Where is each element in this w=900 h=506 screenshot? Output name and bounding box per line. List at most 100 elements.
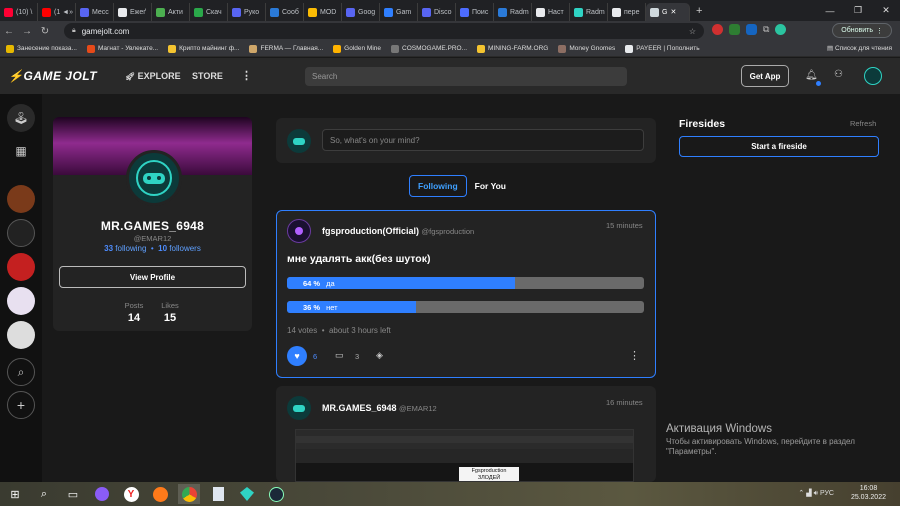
community-avatar[interactable] (7, 219, 35, 247)
browser-tab[interactable]: (10) \ (0, 3, 38, 21)
firesides-title: Firesides (679, 118, 726, 130)
browser-tab[interactable]: Сооб (266, 3, 304, 21)
browser-tab[interactable]: Акти (152, 3, 190, 21)
bookmark-item[interactable]: FERMA — Главная... (249, 44, 323, 53)
tray-chevron-icon[interactable]: ⌃ (798, 490, 804, 497)
bookmark-item[interactable]: Занесение показа... (6, 44, 77, 53)
community-avatar[interactable] (7, 287, 35, 315)
post-more-icon[interactable]: ⋮ (629, 349, 640, 362)
browser-tab[interactable]: Скач (190, 3, 228, 21)
windows-start-icon[interactable]: ⊞ (4, 484, 26, 504)
following-link[interactable]: 33 following (104, 244, 146, 253)
like-heart-icon[interactable]: ♥ (287, 346, 307, 366)
poll-option[interactable]: 36 % нет (287, 301, 644, 313)
post-author-avatar[interactable] (287, 396, 311, 420)
back-icon[interactable]: ← (0, 26, 18, 37)
update-button[interactable]: Обновить ⋮ (832, 23, 892, 38)
user-avatar[interactable] (864, 67, 882, 85)
document-icon[interactable] (207, 484, 229, 504)
puzzle-icon[interactable]: ⧉ (763, 24, 769, 35)
browser-tab[interactable]: Наст (532, 3, 570, 21)
browser-tab[interactable]: G ✕ (646, 3, 690, 21)
radmin-icon[interactable] (236, 484, 258, 504)
refresh-link[interactable]: Refresh (850, 119, 876, 128)
profile-name[interactable]: MR.GAMES_6948 (53, 219, 252, 233)
friends-icon[interactable]: ⚇ (834, 69, 843, 80)
bookmark-item[interactable]: PAYEER | Пополнить (625, 44, 700, 53)
browser-tab[interactable]: Поис (456, 3, 494, 21)
discover-communities-icon[interactable]: ⌕ (7, 358, 35, 386)
network-icon[interactable]: ▟ (806, 490, 811, 497)
extension-icon[interactable] (746, 24, 757, 35)
search-input[interactable]: Search (305, 67, 627, 86)
post-author-avatar[interactable] (287, 219, 311, 243)
reload-icon[interactable]: ↻ (36, 26, 54, 37)
post-author[interactable]: fgsproduction(Official) @fgsproduction (322, 226, 474, 236)
reading-list-button[interactable]: ▤ Список для чтения (827, 44, 892, 52)
comment-icon[interactable]: ▭ (335, 350, 344, 361)
tab-following[interactable]: Following (409, 175, 467, 197)
tab-for-you[interactable]: For You (467, 175, 514, 197)
volume-icon[interactable]: 🔊︎ (814, 490, 818, 497)
bookmark-item[interactable]: Магнат - Увлекате... (86, 44, 158, 53)
community-avatar[interactable] (7, 185, 35, 213)
url-field[interactable]: 🔒︎ gamejolt.com ☆ (64, 23, 704, 39)
notifications-bell-icon[interactable]: 🔔︎ (805, 70, 818, 81)
bookmark-item[interactable]: Golden Mine (333, 44, 381, 53)
chrome-icon[interactable] (178, 484, 200, 504)
close-window-icon[interactable]: ✕ (872, 0, 900, 21)
post-image[interactable]: Fgsproduction ЗЛОДЕЙ (295, 429, 634, 482)
sticker-icon[interactable]: ◈ (376, 350, 383, 361)
browser-tab[interactable]: Ежеґ (114, 3, 152, 21)
forward-icon[interactable]: → (18, 26, 36, 37)
app-icon[interactable] (91, 484, 113, 504)
community-avatar[interactable] (7, 253, 35, 281)
task-view-icon[interactable]: ▭ (62, 484, 84, 504)
close-tab-icon[interactable]: ✕ (670, 8, 676, 16)
firefox-icon[interactable] (149, 484, 171, 504)
browser-tab[interactable]: Месс (76, 3, 114, 21)
browser-tab[interactable]: MOD (304, 3, 342, 21)
post-author[interactable]: MR.GAMES_6948 @EMAR12 (322, 403, 437, 413)
steam-icon[interactable] (265, 484, 287, 504)
poll-option[interactable]: 64 % да (287, 277, 644, 289)
composer-input[interactable]: So, what's on your mind? (322, 129, 644, 151)
bookmark-item[interactable]: MINING-FARM.ORG (477, 44, 548, 53)
bookmark-item[interactable]: Money Gnomes (558, 44, 615, 53)
add-community-icon[interactable]: + (7, 391, 35, 419)
extensions-area: ⧉ (712, 24, 787, 35)
star-icon[interactable]: ☆ (689, 27, 696, 36)
browser-tab[interactable]: Руко (228, 3, 266, 21)
bookmark-item[interactable]: Крипто майнинг ф... (168, 44, 239, 53)
browser-tab[interactable]: Disco (418, 3, 456, 21)
browser-tab[interactable]: (1 ◄» (38, 3, 76, 21)
store-link[interactable]: STORE (192, 71, 223, 81)
language-indicator[interactable]: РУС (820, 490, 834, 497)
activity-icon[interactable]: 🕹︎ (7, 104, 35, 132)
profile-avatar[interactable] (126, 150, 182, 206)
browser-tab[interactable]: Radm (494, 3, 532, 21)
browser-tab[interactable]: Gam (380, 3, 418, 21)
maximize-icon[interactable]: ❐ (844, 0, 872, 21)
followers-link[interactable]: 10 followers (158, 244, 201, 253)
gamejolt-logo[interactable]: ⚡GAME JOLT (8, 69, 97, 83)
new-tab-icon[interactable]: + (696, 5, 702, 17)
start-fireside-button[interactable]: Start a fireside (679, 136, 879, 157)
profile-avatar-icon[interactable] (775, 24, 787, 35)
minimize-icon[interactable]: — (816, 0, 844, 21)
browser-tab[interactable]: Goog (342, 3, 380, 21)
search-icon[interactable]: ⌕ (33, 484, 55, 504)
library-icon[interactable]: ▦ (7, 137, 35, 165)
extension-icon[interactable] (712, 24, 723, 35)
get-app-button[interactable]: Get App (741, 65, 789, 87)
view-profile-button[interactable]: View Profile (59, 266, 246, 288)
browser-tab[interactable]: Radm (570, 3, 608, 21)
browser-tab[interactable]: пере (608, 3, 646, 21)
more-menu-icon[interactable]: ⋮ (241, 69, 252, 82)
community-avatar[interactable] (7, 321, 35, 349)
clock[interactable]: 16:08 25.03.2022 (851, 484, 886, 502)
explore-link[interactable]: 🚀︎ EXPLORE (125, 71, 181, 81)
bookmark-item[interactable]: COSMOGAME.PRO... (391, 44, 467, 53)
yandex-browser-icon[interactable]: Y (120, 484, 142, 504)
extension-icon[interactable] (729, 24, 740, 35)
